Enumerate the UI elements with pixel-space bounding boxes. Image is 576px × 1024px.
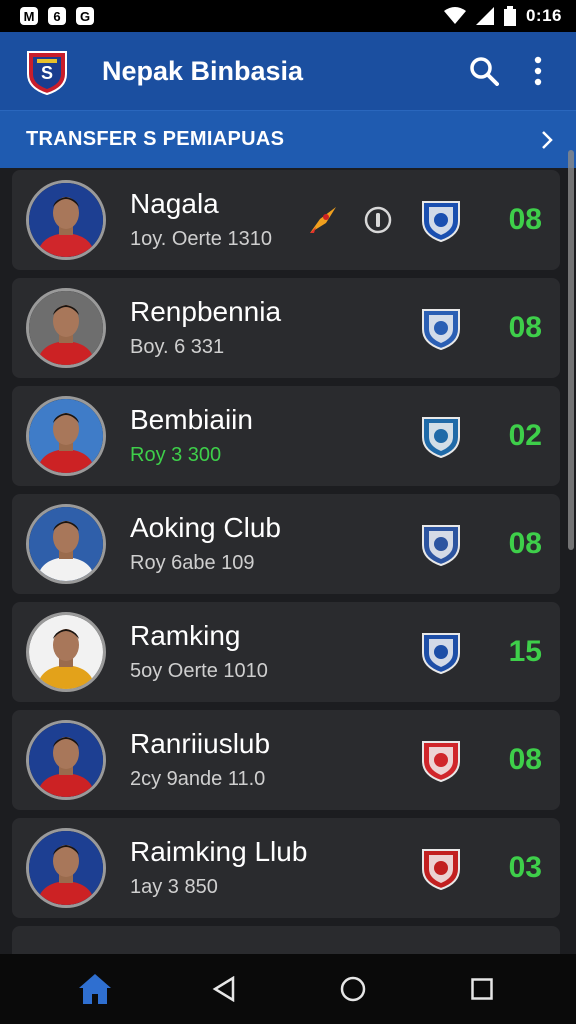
club-badge-icon [422,201,460,243]
nav-back-button[interactable] [194,959,254,1019]
chevron-right-icon [542,130,553,149]
player-list[interactable]: Nagala 1oy. Oerte 1310 08 Renpbennia Boy… [0,168,576,954]
player-avatar[interactable] [26,612,106,692]
player-subtitle: 1ay 3 850 [130,875,218,898]
player-name: Aoking Club [130,512,281,544]
circle-home-icon [340,976,365,1002]
rocket-icon[interactable] [306,203,340,237]
club-badge-icon [422,633,460,675]
player-card[interactable]: Bembiaiin Roy 3 300 02 [12,386,560,486]
player-subtitle: Roy 6abe 109 [130,551,255,574]
notification-icon-g: G [76,7,94,25]
app-bar: S Nepak Binbasia [0,32,576,110]
nav-recents-button[interactable] [452,959,512,1019]
player-card[interactable]: Ranriiuslub 2cy 9ande 11.0 08 [12,710,560,810]
player-avatar[interactable] [26,720,106,800]
app-title: Nepak Binbasia [102,55,304,86]
status-time: 0:16 [525,6,562,25]
player-score: 08 [508,203,542,236]
player-avatar[interactable] [26,180,106,260]
club-badge-icon [422,309,460,351]
player-card-partial[interactable] [12,926,560,954]
player-card[interactable]: Raimking Llub 1ay 3 850 03 [12,818,560,918]
player-subtitle: 2cy 9ande 11.0 [130,767,266,790]
player-avatar[interactable] [26,288,106,368]
player-card[interactable]: Nagala 1oy. Oerte 1310 08 [12,170,560,270]
player-subtitle: 1oy. Oerte 1310 [130,227,272,250]
player-subtitle: Boy. 6 331 [130,335,225,358]
search-icon [470,57,499,86]
battery-icon [503,6,516,26]
player-score: 15 [508,635,542,668]
player-avatar[interactable] [26,396,106,476]
back-icon [212,976,234,1002]
signal-icon [475,7,494,25]
player-card[interactable]: Aoking Club Roy 6abe 109 08 [12,494,560,594]
player-score: 03 [508,851,542,884]
player-score: 08 [508,527,542,560]
wifi-icon [443,7,466,24]
card-extras [306,203,392,237]
club-logo[interactable]: S [24,46,70,96]
player-subtitle: 5oy Oerte 1010 [130,659,268,682]
notification-icons: M 6 G [20,7,94,25]
club-badge-icon [422,849,460,891]
svg-text:S: S [41,63,53,83]
player-avatar[interactable] [26,504,106,584]
player-name: Ramking [130,620,241,652]
system-nav-bar [0,954,576,1024]
more-vert-icon [534,56,542,86]
section-header[interactable]: TRANSFER S PEMIAPUAS [0,110,576,168]
recents-icon [470,978,493,1000]
club-badge-icon [422,417,460,459]
player-avatar[interactable] [26,828,106,908]
player-name: Bembiaiin [130,404,253,436]
player-name: Renpbennia [130,296,282,328]
nav-circle-home-button[interactable] [323,959,383,1019]
scrollbar[interactable] [568,150,574,550]
player-name: Ranriiuslub [130,728,271,760]
club-badge-icon [422,741,460,783]
player-score: 08 [508,311,542,344]
nav-home-button[interactable] [65,959,125,1019]
search-button[interactable] [464,51,504,91]
player-score: 02 [508,419,542,452]
club-badge-icon [422,525,460,567]
player-subtitle: Roy 3 300 [130,443,222,466]
player-card[interactable]: Ramking 5oy Oerte 1010 15 [12,602,560,702]
player-name: Nagala [130,188,219,220]
section-title: TRANSFER S PEMIAPUAS [26,128,285,150]
player-card[interactable]: Renpbennia Boy. 6 331 08 [12,278,560,378]
status-bar: M 6 G 0:16 [0,0,576,32]
notification-icon-m: M [20,7,38,25]
more-options-button[interactable] [518,51,558,91]
player-name: Raimking Llub [130,836,308,868]
player-score: 08 [508,743,542,776]
info-icon[interactable] [364,206,392,234]
home-icon [78,974,111,1004]
notification-icon-6: 6 [48,7,66,25]
